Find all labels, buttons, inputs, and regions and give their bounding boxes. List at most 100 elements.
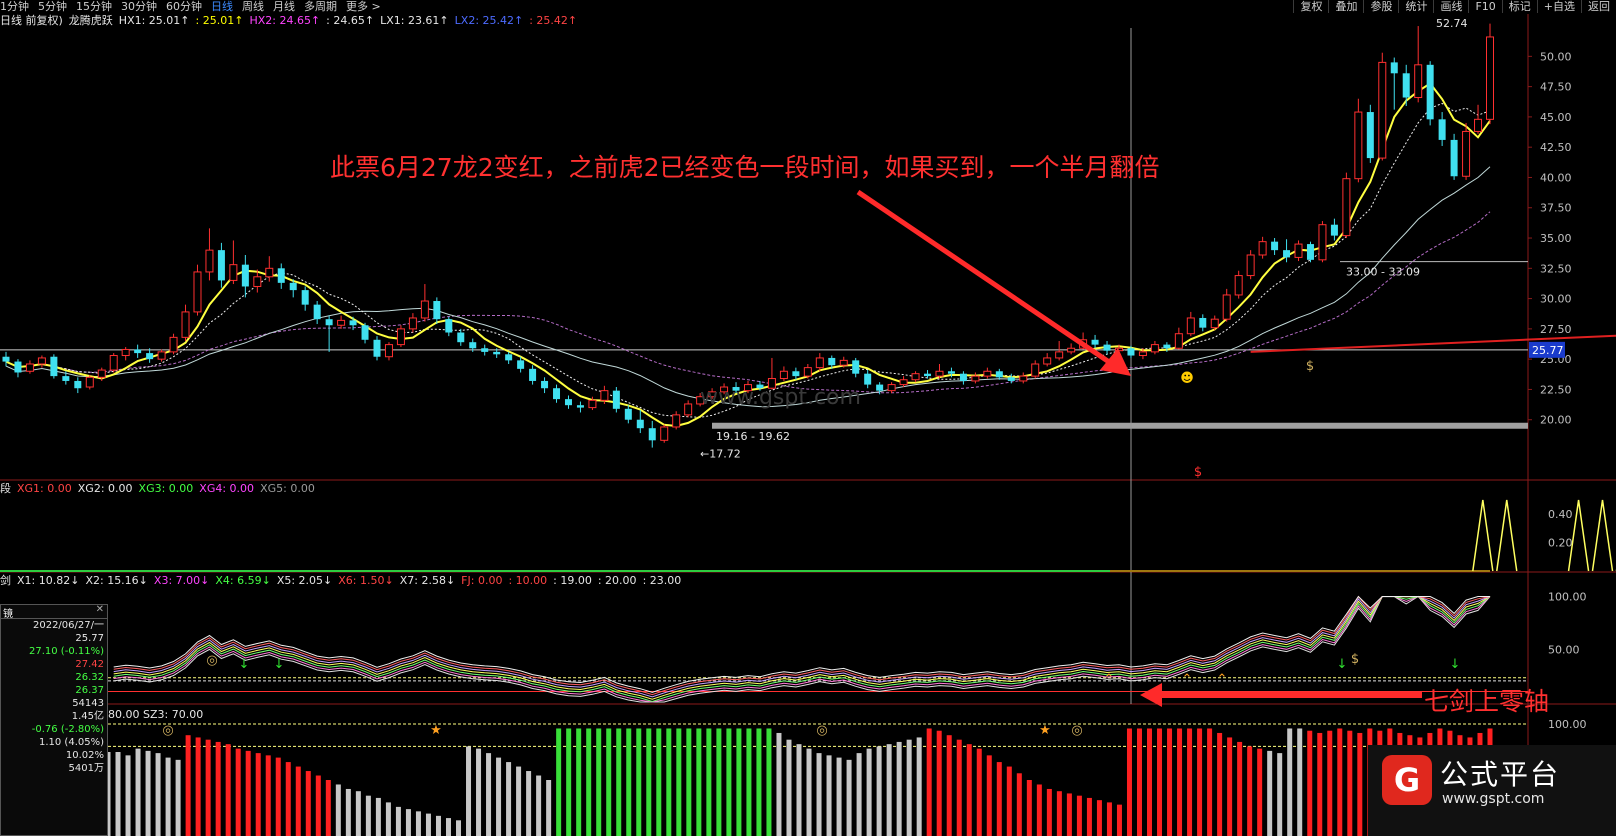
sz-bar-90 [1006,766,1012,836]
candle-body-16 [193,271,202,313]
sz-bar-42 [526,771,532,836]
price-tick-label-1: 22.50 [1540,383,1572,396]
candle-body-48 [576,405,584,408]
candle-body-69 [828,357,836,366]
price-tick-label-3: 27.50 [1540,323,1572,336]
candle-body-107 [1283,250,1291,258]
candle-body-9 [109,355,118,371]
info-panel-title-text: 镜 [3,609,13,620]
candle-body-94 [1127,348,1135,356]
sz-bar-84 [946,735,952,836]
sz-bar-58 [686,728,692,836]
candle-body-3 [37,357,46,365]
candle-body-8 [97,369,106,378]
candlesticks [2,23,1494,448]
candle-body-39 [469,342,477,349]
candle-body-0 [2,356,10,362]
signal-marker-icon-10: ◎ [162,723,173,738]
candle-body-86 [1031,363,1040,377]
sz-bar-104 [1147,728,1153,836]
sz-bar-117 [1277,753,1283,836]
candle-body-113 [1354,111,1363,180]
signal-marker-icon-1: $ [1306,359,1314,374]
candle-body-78 [935,370,944,377]
sz-bar-88 [986,755,992,836]
sz-bar-47 [576,728,582,836]
sz-bar-120 [1307,730,1313,836]
candle-body-84 [1007,377,1015,381]
candle-body-20 [241,264,249,287]
candle-body-110 [1318,224,1327,261]
candle-body-44 [529,368,537,381]
candle-body-99 [1186,317,1195,335]
sz-bar-57 [676,728,682,836]
info-row-5: 26.37 [75,685,104,696]
sz-bar-124 [1347,730,1353,836]
candle-body-122 [1462,130,1471,177]
price-tick-label-5: 32.50 [1540,262,1572,275]
stock-chart[interactable]: 20.0022.5025.0027.5030.0032.5035.0037.50… [0,0,1616,836]
candle-body-75 [899,379,908,386]
x-line-6 [113,595,1491,696]
candle-body-70 [839,359,848,366]
logo-url: www.gspt.com [1442,791,1545,807]
sz-bar-48 [586,728,592,836]
sz-bar-66 [766,728,772,836]
sz-bar-76 [866,748,872,836]
down-arrow-icon-1: ↓ [274,657,285,672]
signal-marker-icon-5: ⌃ [1182,672,1193,687]
sz-bar-74 [846,759,852,836]
sz-bar-106 [1167,728,1173,836]
candle-body-46 [553,388,561,400]
sz-bar-21 [315,775,321,836]
candle-body-123 [1474,118,1483,132]
x-tick-label-1: 100.00 [1548,591,1587,604]
sz-bar-33 [435,815,441,836]
sz-bar-49 [596,728,602,836]
candle-body-14 [169,336,178,353]
candle-body-37 [445,319,453,333]
candle-body-35 [420,300,429,319]
annotation-arrow-line [856,189,1117,369]
sz-bar-82 [926,728,932,836]
sz-bar-24 [345,788,351,836]
candle-body-66 [792,371,800,377]
sz-bar-70 [806,748,812,836]
xg-spike-0 [1472,499,1494,572]
sz-bar-43 [536,775,542,836]
candle-body-68 [815,357,824,369]
info-row-9: 1.10 (4.05%) [38,737,104,748]
sz-bar-31 [415,811,421,836]
info-row-1: 25.77 [75,633,104,644]
sz-bar-25 [355,791,361,836]
sz-bar-111 [1217,732,1223,836]
sz-bar-99 [1096,800,1102,836]
sz-bar-30 [405,809,411,836]
info-panel-rows: 2022/06/27/一 25.77 27.10 (-0.11%) 27.42 26.3… [1,619,107,775]
candle-body-67 [803,367,812,377]
candle-body-116 [1390,62,1398,74]
sz-bar-89 [996,762,1002,836]
candle-body-88 [1055,351,1064,359]
high-price-label: 52.74 [1436,17,1468,30]
candle-body-83 [995,371,1003,378]
sz-bar-65 [756,728,762,836]
sz-bar-16 [265,755,271,836]
sz-bar-37 [476,748,482,836]
sz-bar-10 [205,739,211,836]
close-icon[interactable]: ✕ [96,604,104,615]
candle-body-33 [396,328,405,346]
candle-body-102 [1222,294,1231,320]
sz-bar-68 [786,739,792,836]
sz-bar-92 [1026,780,1032,836]
info-panel-title: 镜 ✕ [1,604,107,620]
candle-body-31 [373,339,381,357]
low-price-label: ←17.72 [700,447,741,460]
sz-bar-54 [646,728,652,836]
down-arrow-icon-0: ↓ [239,657,250,672]
sz-bar-1 [115,752,121,836]
xg-panel: 0.20 0.40 [0,499,1616,572]
sz-bar-75 [856,753,862,836]
sz-bar-40 [506,762,512,836]
candle-body-73 [876,384,884,391]
